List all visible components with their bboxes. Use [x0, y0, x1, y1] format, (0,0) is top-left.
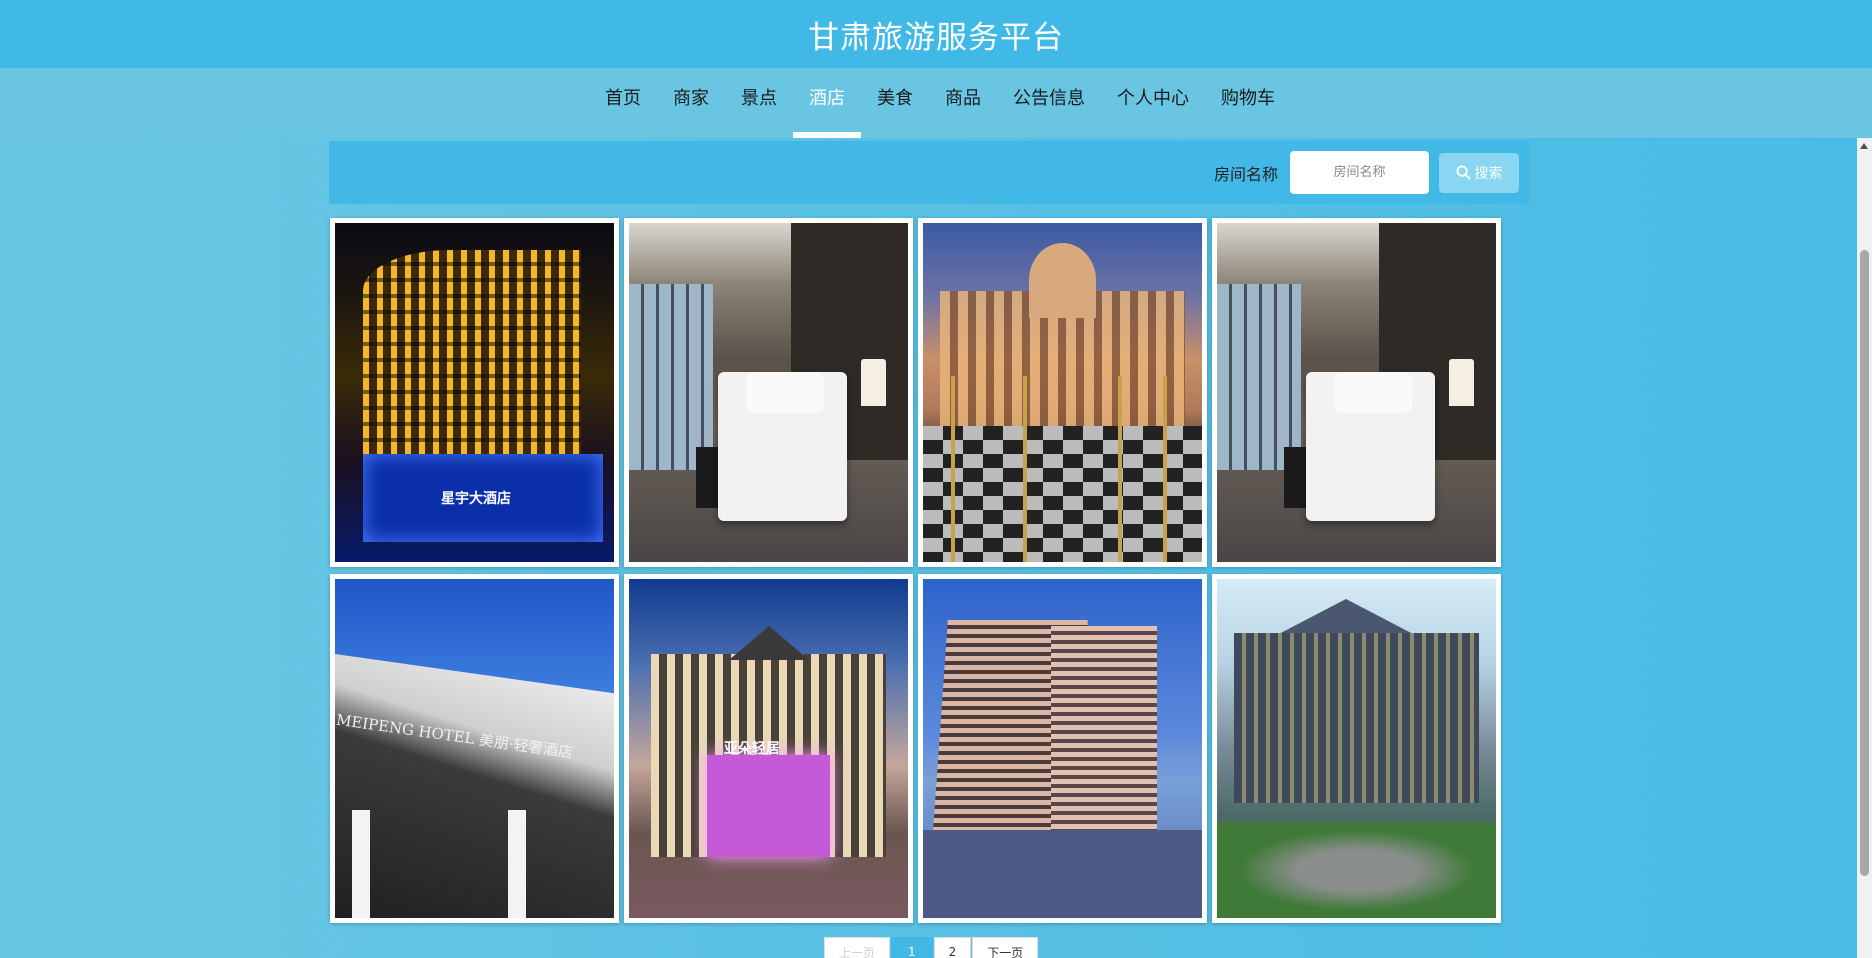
hotel-grid: 星宇大酒店 MEIPENG HOTEL 美朋·轻奢酒店 亚朵轻居	[330, 218, 1505, 923]
hotel-photo-yaduo: 亚朵轻居	[629, 579, 908, 918]
page-1-button[interactable]: 1	[891, 937, 933, 958]
hotel-photo-tall-building	[923, 579, 1202, 918]
search-bar: 房间名称 搜索	[329, 141, 1529, 204]
scroll-thumb[interactable]	[1860, 250, 1869, 876]
hotel-photo-palace	[923, 223, 1202, 562]
nav-item-food[interactable]: 美食	[861, 68, 929, 138]
main-nav: 首页 商家 景点 酒店 美食 商品 公告信息 个人中心 购物车	[0, 68, 1872, 138]
room-name-search-input[interactable]	[1290, 151, 1429, 194]
pagination: 上一页 1 2 下一页	[824, 937, 1039, 958]
hotel-sign-text: 亚朵轻居	[723, 741, 780, 758]
hotel-photo-room	[1217, 223, 1496, 562]
nav-item-merchants[interactable]: 商家	[657, 68, 725, 138]
hotel-card[interactable]	[1212, 218, 1501, 567]
site-title: 甘肃旅游服务平台	[808, 19, 1064, 56]
search-icon	[1455, 165, 1471, 180]
search-button[interactable]: 搜索	[1439, 152, 1519, 193]
hotel-card[interactable]	[624, 218, 913, 567]
nav-item-cart[interactable]: 购物车	[1205, 68, 1291, 138]
nav-item-products[interactable]: 商品	[929, 68, 997, 138]
hotel-sign-text: 星宇大酒店	[441, 490, 512, 507]
search-button-label: 搜索	[1474, 165, 1503, 182]
prev-page-button[interactable]: 上一页	[824, 937, 891, 958]
next-page-button[interactable]: 下一页	[972, 937, 1039, 958]
hotel-photo-night-building: 星宇大酒店	[335, 223, 614, 562]
hotel-card[interactable]	[918, 218, 1207, 567]
nav-item-profile[interactable]: 个人中心	[1101, 68, 1205, 138]
page-scrollbar[interactable]	[1857, 138, 1872, 958]
hotel-card[interactable]: 亚朵轻居	[624, 574, 913, 923]
nav-list: 首页 商家 景点 酒店 美食 商品 公告信息 个人中心 购物车	[581, 68, 1291, 138]
nav-item-hotels[interactable]: 酒店	[793, 68, 861, 138]
nav-item-home[interactable]: 首页	[589, 68, 657, 138]
nav-item-announcements[interactable]: 公告信息	[997, 68, 1101, 138]
hotel-card[interactable]	[918, 574, 1207, 923]
hotel-photo-thai-style	[1217, 579, 1496, 918]
header-bar: 甘肃旅游服务平台	[0, 0, 1872, 68]
hotel-photo-room	[629, 223, 908, 562]
hotel-card[interactable]: 星宇大酒店	[330, 218, 619, 567]
nav-item-attractions[interactable]: 景点	[725, 68, 793, 138]
hotel-card[interactable]	[1212, 574, 1501, 923]
hotel-card[interactable]: MEIPENG HOTEL 美朋·轻奢酒店	[330, 574, 619, 923]
page-2-button[interactable]: 2	[933, 937, 972, 958]
hotel-photo-meipeng: MEIPENG HOTEL 美朋·轻奢酒店	[335, 579, 614, 918]
search-label: 房间名称	[1213, 164, 1278, 184]
scroll-up-arrow-icon[interactable]	[1860, 143, 1868, 149]
